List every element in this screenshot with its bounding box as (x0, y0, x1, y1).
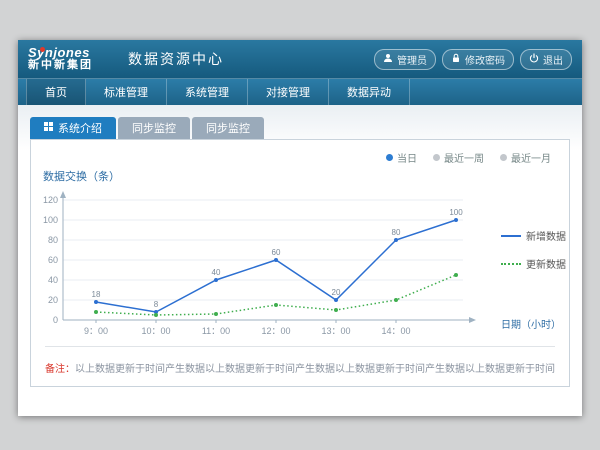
filter-last-week-label: 最近一周 (444, 150, 484, 165)
power-icon (529, 53, 539, 66)
svg-text:20: 20 (332, 288, 341, 297)
change-password-label: 修改密码 (465, 52, 505, 67)
app-header: Synjones 新中新集团 数据资源中心 管理员 修改密码 (18, 40, 582, 78)
tab-sync-monitor-1[interactable]: 同步监控 (118, 117, 190, 139)
svg-text:9：00: 9：00 (84, 326, 108, 336)
blue-line-sample-icon (501, 235, 521, 237)
svg-text:100: 100 (43, 215, 58, 225)
main-nav: 首页 标准管理 系统管理 对接管理 数据异动 (18, 78, 582, 105)
svg-text:18: 18 (92, 290, 101, 299)
change-password-button[interactable]: 修改密码 (442, 49, 514, 70)
filter-today-dot (386, 154, 393, 161)
line-chart: 0 20 40 60 80 100 120 9：00 10：00 11：00 12：00 13：00 1… (37, 186, 487, 346)
filter-last-month-label: 最近一月 (511, 150, 551, 165)
nav-item-standard-mgmt-label: 标准管理 (104, 84, 148, 100)
filter-last-week[interactable]: 最近一周 (433, 150, 484, 165)
svg-text:40: 40 (48, 275, 58, 285)
chart-panel: 当日 最近一周 最近一月 数据交换（条） 0 20 40 60 80 100 120 9：00… (30, 139, 570, 387)
logo: Synjones 新中新集团 (28, 46, 114, 71)
tab-system-intro-label: 系统介绍 (58, 120, 102, 136)
tab-sync-monitor-1-label: 同步监控 (132, 120, 176, 136)
main-content: 系统介绍 同步监控 同步监控 当日 最近一周 最近一月 数据交换（条） 0 20 4… (18, 105, 582, 416)
user-icon (383, 53, 393, 66)
footnote-label: 备注： (45, 364, 75, 375)
nav-item-home-label: 首页 (45, 84, 67, 100)
series-legend: 新增数据 更新数据 (501, 228, 566, 271)
svg-text:40: 40 (212, 268, 221, 277)
time-range-filter: 当日 最近一周 最近一月 (386, 150, 551, 165)
x-axis-title: 日期（小时） (501, 316, 561, 331)
nav-item-standard-mgmt[interactable]: 标准管理 (86, 79, 167, 105)
nav-item-home[interactable]: 首页 (26, 79, 86, 105)
svg-text:80: 80 (48, 235, 58, 245)
svg-text:12：00: 12：00 (261, 326, 290, 336)
green-dotted-line-sample-icon (501, 263, 521, 265)
footnote: 备注：以上数据更新于时间产生数据以上数据更新于时间产生数据以上数据更新于时间产生… (45, 346, 555, 375)
svg-text:100: 100 (449, 208, 463, 217)
svg-text:20: 20 (48, 295, 58, 305)
nav-item-system-mgmt[interactable]: 系统管理 (167, 79, 248, 105)
filter-last-month[interactable]: 最近一月 (500, 150, 551, 165)
svg-text:11：00: 11：00 (202, 326, 230, 336)
nav-item-data-change-label: 数据异动 (347, 84, 391, 100)
filter-today-label: 当日 (397, 150, 417, 165)
legend-new-data[interactable]: 新增数据 (501, 228, 566, 243)
svg-text:120: 120 (43, 195, 58, 205)
admin-user-label: 管理员 (397, 52, 427, 67)
nav-item-interface-mgmt[interactable]: 对接管理 (248, 79, 329, 105)
svg-text:14：00: 14：00 (381, 326, 410, 336)
page-title: 数据资源中心 (128, 49, 224, 69)
header-actions: 管理员 修改密码 退出 (374, 49, 572, 70)
tab-sync-monitor-2[interactable]: 同步监控 (192, 117, 264, 139)
filter-last-month-dot (500, 154, 507, 161)
svg-text:60: 60 (48, 255, 58, 265)
svg-text:80: 80 (392, 228, 401, 237)
svg-text:0: 0 (53, 315, 58, 325)
y-axis-title: 数据交换（条） (43, 168, 120, 184)
legend-new-data-label: 新增数据 (526, 228, 566, 243)
grid-icon (44, 122, 53, 134)
logout-button[interactable]: 退出 (520, 49, 572, 70)
filter-last-week-dot (433, 154, 440, 161)
nav-item-system-mgmt-label: 系统管理 (185, 84, 229, 100)
svg-text:10：00: 10：00 (141, 326, 170, 336)
nav-item-data-change[interactable]: 数据异动 (329, 79, 410, 105)
tab-sync-monitor-2-label: 同步监控 (206, 120, 250, 136)
tab-system-intro[interactable]: 系统介绍 (30, 117, 116, 139)
logo-company-name: 新中新集团 (28, 60, 114, 72)
nav-item-interface-mgmt-label: 对接管理 (266, 84, 310, 100)
legend-updated-data-label: 更新数据 (526, 256, 566, 271)
svg-text:8: 8 (154, 300, 159, 309)
admin-user-button[interactable]: 管理员 (374, 49, 436, 70)
lock-icon (451, 53, 461, 66)
footnote-text: 以上数据更新于时间产生数据以上数据更新于时间产生数据以上数据更新于时间产生数据以… (75, 364, 555, 375)
svg-text:60: 60 (272, 248, 281, 257)
app-window: Synjones 新中新集团 数据资源中心 管理员 修改密码 (18, 40, 582, 416)
legend-updated-data[interactable]: 更新数据 (501, 256, 566, 271)
filter-today[interactable]: 当日 (386, 150, 417, 165)
svg-text:13：00: 13：00 (321, 326, 350, 336)
logout-label: 退出 (543, 52, 563, 67)
tab-bar: 系统介绍 同步监控 同步监控 (30, 117, 264, 139)
